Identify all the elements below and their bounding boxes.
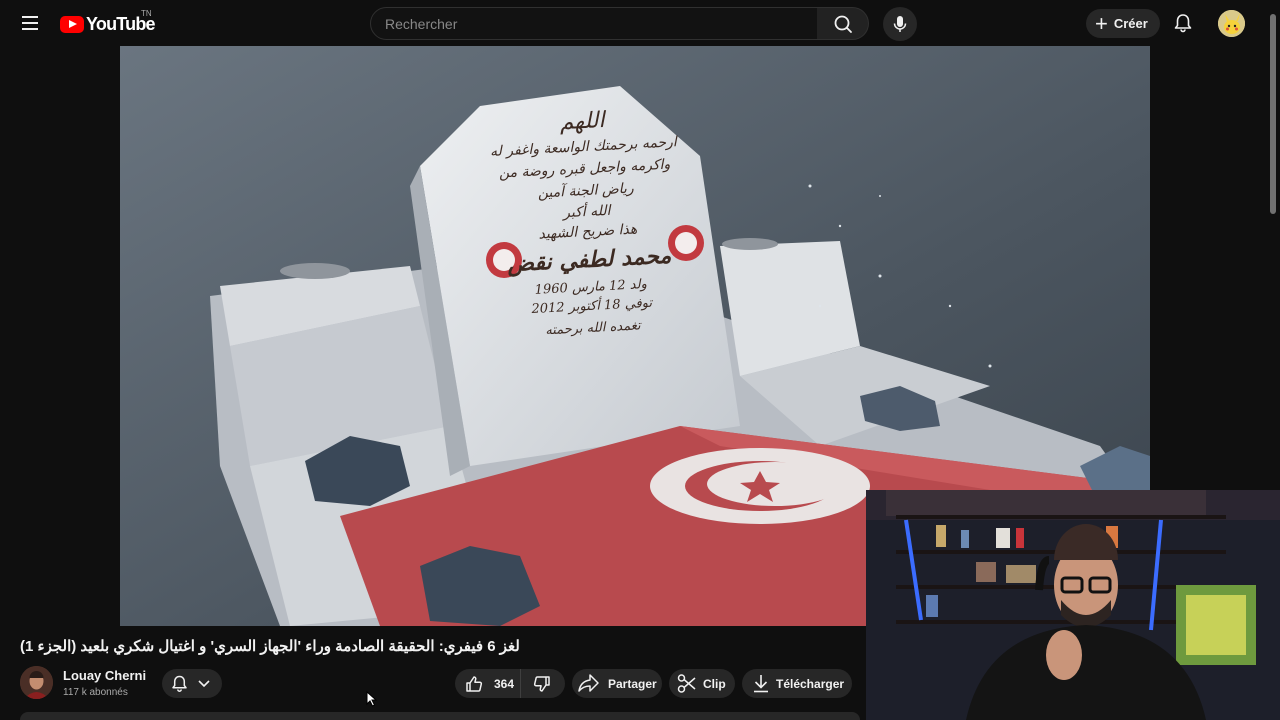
- channel-avatar[interactable]: [20, 666, 53, 699]
- gravestone-inscription: اللهم ارحمه برحمتك الواسعة واغفر له واكر…: [459, 102, 716, 349]
- account-avatar[interactable]: [1218, 10, 1245, 37]
- search-button[interactable]: [817, 7, 869, 40]
- masthead: YouTube TN + Créer: [0, 0, 1280, 46]
- youtube-logo[interactable]: YouTube TN: [60, 9, 156, 35]
- create-button[interactable]: + Créer: [1086, 9, 1160, 38]
- description-box[interactable]: [20, 712, 860, 720]
- thumbs-down-icon: [533, 676, 550, 692]
- clip-label: Clip: [703, 676, 726, 691]
- pikachu-avatar-icon: [1218, 10, 1245, 37]
- channel-avatar-image: [20, 666, 53, 699]
- like-button[interactable]: 364: [455, 669, 521, 698]
- share-label: Partager: [608, 676, 657, 691]
- scissors-icon: [677, 674, 696, 693]
- create-label: Créer: [1113, 16, 1148, 31]
- subscriber-count: 117 k abonnés: [63, 687, 128, 698]
- dislike-button[interactable]: [521, 669, 565, 698]
- thumbs-up-icon: [466, 675, 483, 692]
- plus-icon: +: [1095, 10, 1108, 36]
- streamer-camera-image: [866, 490, 1280, 720]
- mouse-cursor-icon: [366, 691, 378, 707]
- webcam-overlay: [866, 490, 1280, 720]
- notifications-button[interactable]: [1168, 8, 1198, 38]
- search-input[interactable]: [371, 8, 817, 39]
- voice-search-button[interactable]: [883, 7, 917, 41]
- country-code: TN: [141, 9, 152, 18]
- download-icon: [754, 675, 768, 693]
- guide-menu-button[interactable]: [14, 7, 46, 39]
- bell-icon: [172, 675, 187, 692]
- subscription-notifications-button[interactable]: [162, 669, 222, 698]
- hamburger-icon: [22, 16, 38, 18]
- share-icon: [578, 674, 599, 692]
- page-scrollbar[interactable]: [1270, 14, 1276, 214]
- bell-icon: [1174, 14, 1192, 33]
- like-dislike-group: 364: [455, 669, 565, 698]
- download-button[interactable]: Télécharger: [742, 669, 852, 698]
- share-button[interactable]: Partager: [572, 669, 662, 698]
- like-count: 364: [494, 676, 515, 691]
- video-title: لغز 6 فيفري: الحقيقة الصادمة وراء 'الجها…: [20, 638, 520, 655]
- chevron-down-icon: [198, 680, 210, 688]
- channel-name[interactable]: Louay Cherni: [63, 668, 146, 683]
- search-box: [370, 7, 818, 40]
- search-icon: [834, 15, 852, 33]
- youtube-play-icon: [60, 15, 84, 33]
- download-label: Télécharger: [776, 676, 845, 691]
- microphone-icon: [893, 16, 907, 32]
- clip-button[interactable]: Clip: [669, 669, 735, 698]
- bell-dropdown-graphic: [172, 675, 210, 692]
- hamburger-icon-line: [22, 22, 38, 24]
- hamburger-icon-line: [22, 28, 38, 30]
